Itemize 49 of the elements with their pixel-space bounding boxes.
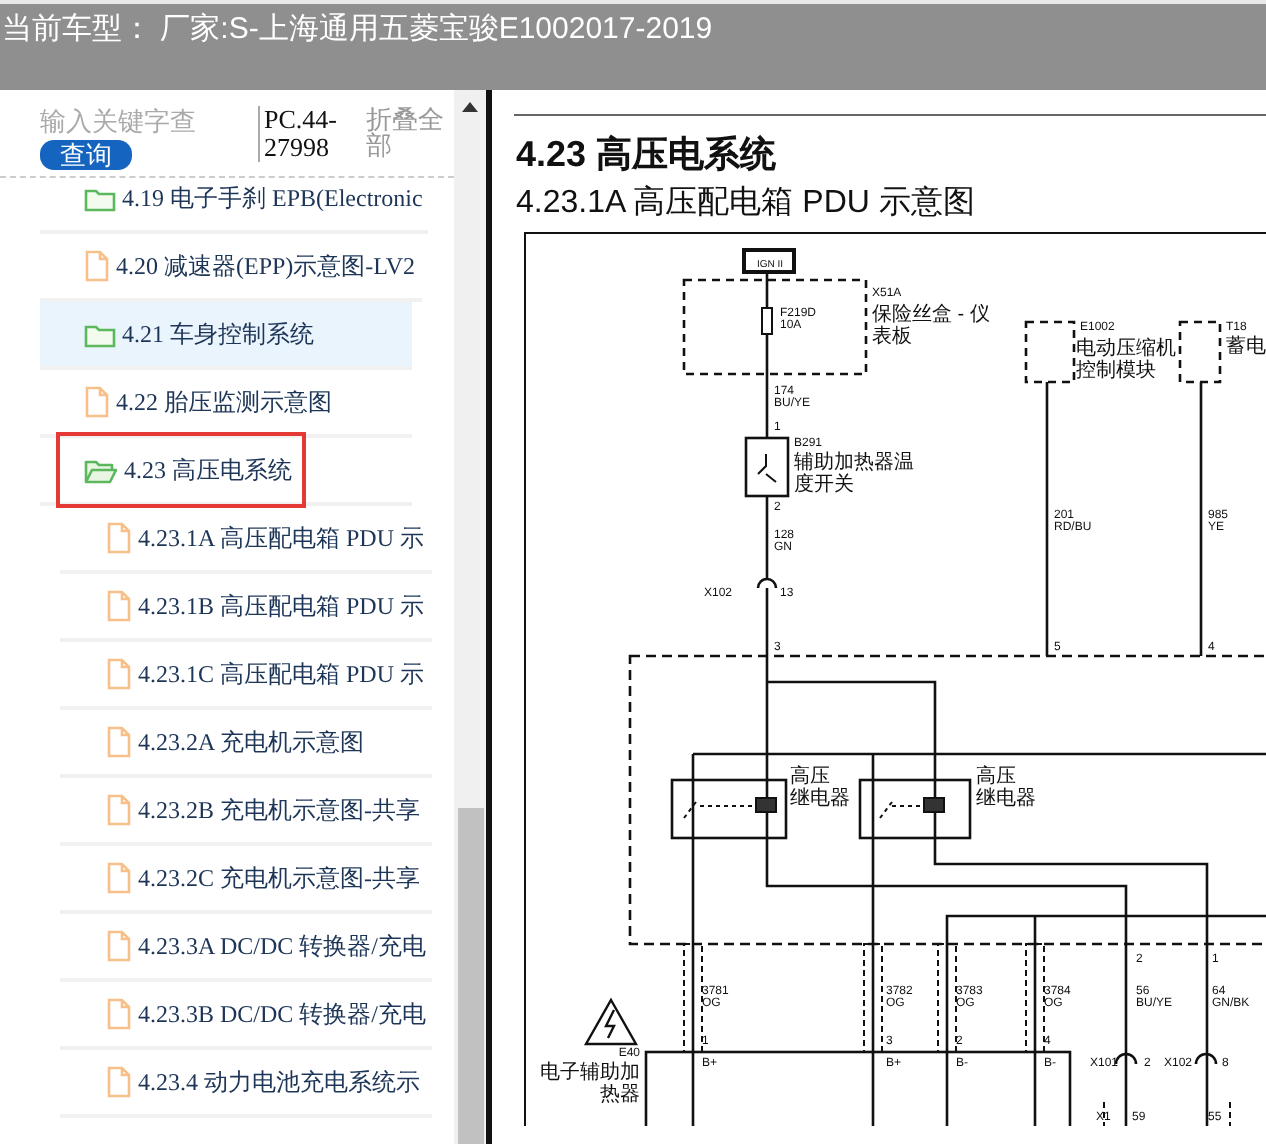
document-icon	[106, 522, 132, 554]
tree-item[interactable]: 4.23.1A 高压配电箱 PDU 示	[60, 506, 432, 574]
diagram-label: 蓄电	[1226, 336, 1266, 358]
tree-item[interactable]: 4.23.2C 充电机示意图-共享	[60, 846, 432, 914]
diagram-label: 继电器	[976, 788, 1036, 810]
document-icon	[106, 930, 132, 962]
tree-item[interactable]: 4.22 胎压监测示意图	[40, 370, 412, 438]
tree-item[interactable]: 4.19 电子手刹 EPB(Electronic	[40, 178, 429, 234]
tree-item[interactable]: 4.23.2A 充电机示意图	[60, 710, 432, 778]
tree-item[interactable]: 4.23.3A DC/DC 转换器/充电	[60, 914, 432, 982]
document-icon	[84, 250, 110, 282]
diagram-label: 高压	[790, 766, 830, 788]
high-voltage-warning-icon	[584, 998, 639, 1046]
diagram-label: 电动压缩机	[1076, 338, 1176, 360]
diagram-label: 热器	[600, 1084, 640, 1106]
diagram-title: 4.23.1A 高压配电箱 PDU 示意图	[516, 184, 977, 224]
document-icon	[106, 998, 132, 1030]
search-field[interactable]: 输入关键字查	[40, 106, 248, 136]
diagram-label: 辅助加热器温	[794, 452, 914, 474]
diagram-label: 表板	[872, 326, 912, 348]
document-icon	[84, 386, 110, 418]
document-icon	[106, 726, 132, 758]
scrollbar[interactable]	[454, 90, 486, 1144]
scrollbar-thumb[interactable]	[458, 808, 484, 1144]
folder-icon	[84, 185, 116, 211]
tree-item[interactable]: 4.23.3B DC/DC 转换器/充电	[60, 982, 432, 1050]
document-icon	[106, 590, 132, 622]
document-icon	[106, 1066, 132, 1098]
tree-item[interactable]: 4.23.4 动力电池充电系统示	[60, 1050, 432, 1118]
diagram-label: 控制模块	[1076, 360, 1156, 382]
window-title: 当前车型： 厂家:S-上海通用五菱宝骏E1002017-2019	[0, 10, 713, 48]
code-label: PC.44-27998	[258, 106, 348, 162]
tree-item[interactable]: 4.23.1B 高压配电箱 PDU 示	[60, 574, 432, 642]
diagram-label: 继电器	[790, 788, 850, 810]
tree-item[interactable]: 4.23 高压电系统	[40, 438, 412, 506]
diagram-label: 高压	[976, 766, 1016, 788]
document-icon	[106, 862, 132, 894]
open-folder-icon	[84, 457, 118, 483]
tree-item[interactable]: 4.23.2B 充电机示意图-共享	[60, 778, 432, 846]
diagram-label: 电子辅助加	[540, 1062, 640, 1084]
diagram-label: 保险丝盒 - 仪	[872, 304, 990, 326]
search-button[interactable]: 查询	[40, 140, 132, 170]
tree-item[interactable]: 4.23.1C 高压配电箱 PDU 示	[60, 642, 432, 710]
document-icon	[106, 658, 132, 690]
section-heading: 4.23 高压电系统	[516, 132, 779, 176]
diagram-label: 度开关	[794, 474, 854, 496]
folder-icon	[84, 321, 116, 347]
tree-item[interactable]: 4.21 车身控制系统	[40, 302, 412, 370]
document-icon	[106, 794, 132, 826]
